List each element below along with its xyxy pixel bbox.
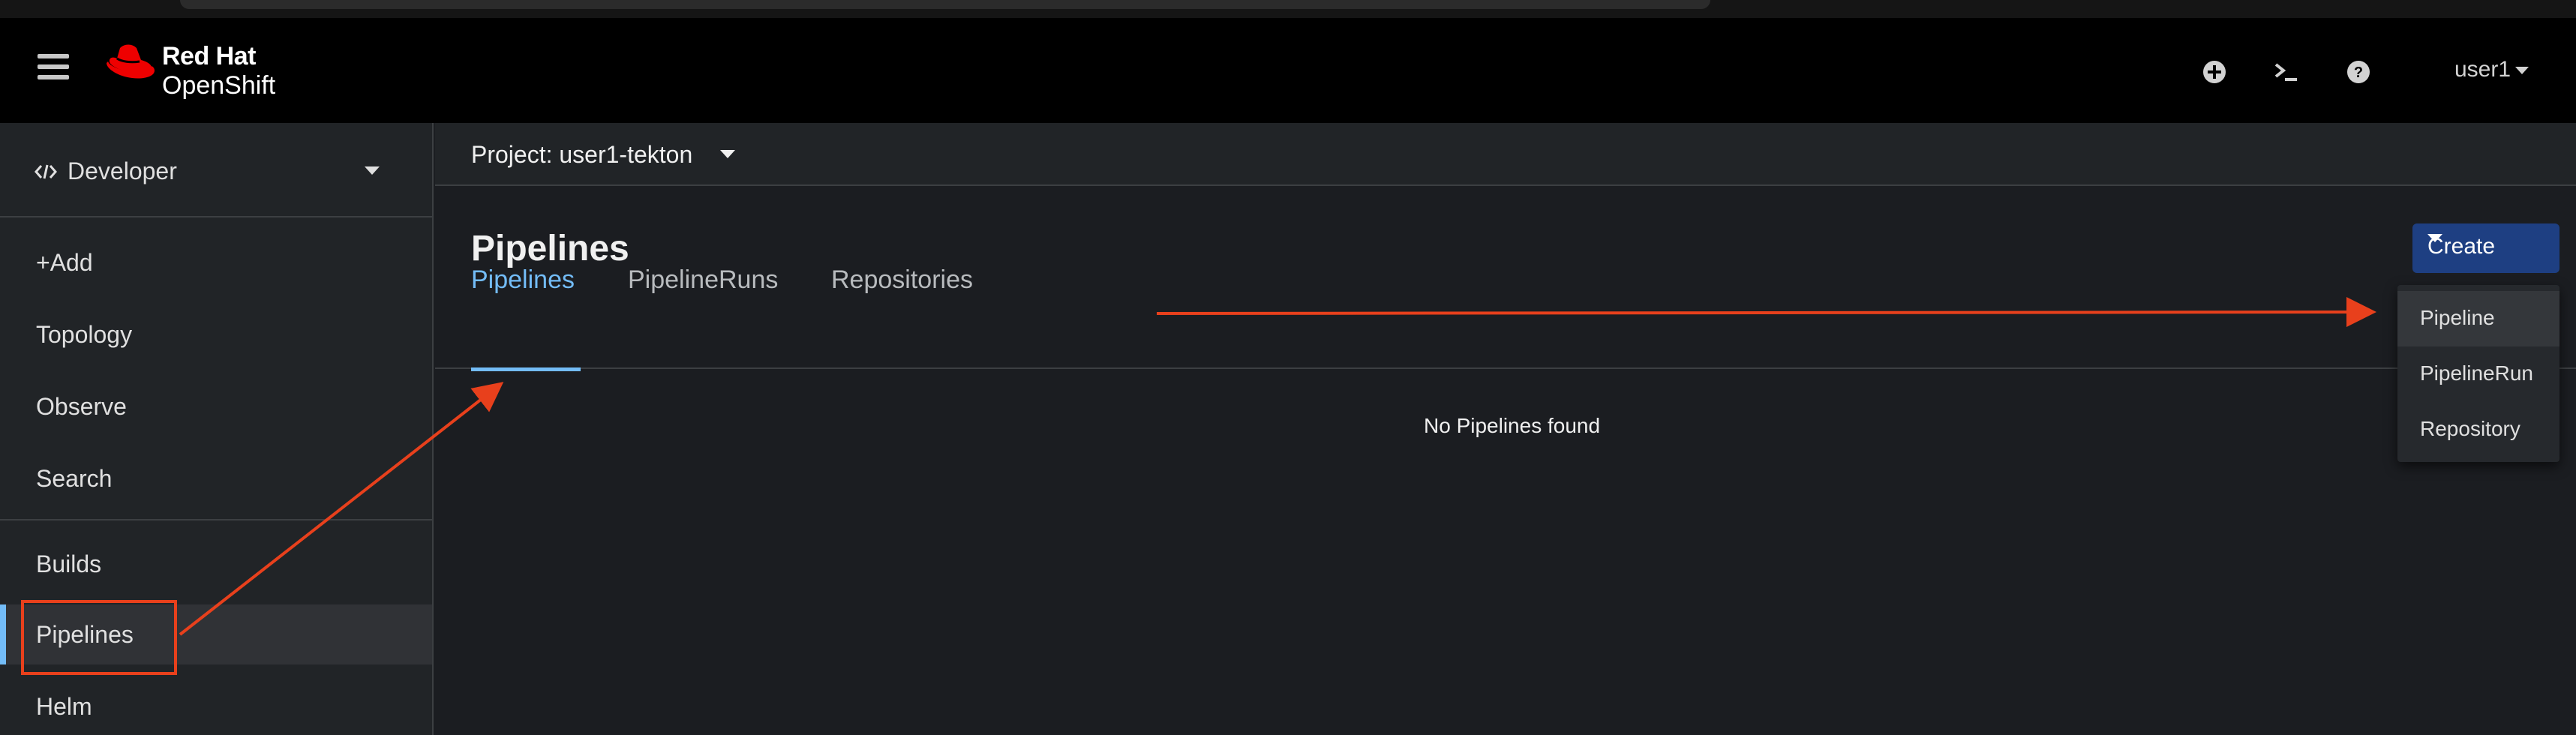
menu-item-label: Repository bbox=[2420, 417, 2520, 440]
menu-item-label: PipelineRun bbox=[2420, 362, 2533, 385]
sidebar-item-label: +Add bbox=[36, 249, 93, 276]
sidebar-item-label: Pipelines bbox=[36, 621, 134, 648]
sidebar-item-builds[interactable]: Builds bbox=[0, 534, 432, 594]
tab-pipelines[interactable]: Pipelines bbox=[471, 266, 575, 295]
menu-item-pipelinerun[interactable]: PipelineRun bbox=[2397, 346, 2559, 402]
user-menu[interactable]: user1 bbox=[2454, 57, 2529, 82]
code-icon bbox=[35, 164, 57, 179]
browser-top-strip bbox=[0, 0, 2576, 18]
sidebar-item-helm[interactable]: Helm bbox=[0, 676, 432, 735]
add-icon[interactable] bbox=[2199, 57, 2229, 87]
sidebar-item-label: Builds bbox=[36, 550, 102, 578]
caret-down-icon bbox=[2427, 234, 2442, 242]
sidebar-item-search[interactable]: Search bbox=[0, 448, 432, 508]
brand-name: Red Hat bbox=[162, 42, 256, 70]
brand-text: Red Hat OpenShift bbox=[162, 42, 275, 100]
menu-item-repository[interactable]: Repository bbox=[2397, 402, 2559, 458]
perspective-label: Developer bbox=[68, 158, 177, 184]
active-tab-indicator bbox=[471, 368, 581, 371]
sidebar-item-pipelines[interactable]: Pipelines bbox=[0, 604, 432, 664]
sidebar-item-label: Helm bbox=[36, 693, 92, 720]
perspective-switcher[interactable]: Developer bbox=[0, 123, 432, 218]
sidebar-divider bbox=[0, 519, 432, 520]
sidebar-item-topology[interactable]: Topology bbox=[0, 304, 432, 364]
red-hat-logo-icon bbox=[107, 44, 155, 79]
browser-address-bar bbox=[180, 0, 1710, 9]
tab-repositories[interactable]: Repositories bbox=[831, 266, 973, 295]
page-title: Pipelines bbox=[471, 229, 629, 268]
create-button[interactable]: Create bbox=[2412, 224, 2559, 273]
app-root: Red Hat OpenShift ? user1 Developer +Add… bbox=[0, 0, 2576, 735]
menu-item-label: Pipeline bbox=[2420, 306, 2495, 329]
create-dropdown-menu: Pipeline PipelineRun Repository bbox=[2397, 285, 2559, 462]
project-bar: Project: user1-tekton bbox=[435, 123, 2576, 186]
caret-down-icon[interactable] bbox=[720, 150, 735, 158]
help-icon[interactable]: ? bbox=[2343, 57, 2373, 87]
sidebar: Developer +Add Topology Observe Search B… bbox=[0, 123, 434, 735]
sidebar-item-observe[interactable]: Observe bbox=[0, 376, 432, 436]
tab-pipelineruns[interactable]: PipelineRuns bbox=[628, 266, 778, 295]
sidebar-item-label: Topology bbox=[36, 321, 133, 348]
product-name: OpenShift bbox=[162, 71, 276, 100]
tab-bar bbox=[435, 308, 2576, 369]
sidebar-item-label: Search bbox=[36, 465, 113, 492]
project-selector[interactable]: Project: user1-tekton bbox=[471, 141, 692, 169]
sidebar-item-add[interactable]: +Add bbox=[0, 232, 432, 292]
caret-down-icon bbox=[365, 166, 380, 175]
sidebar-item-label: Observe bbox=[36, 393, 127, 420]
empty-state-message: No Pipelines found bbox=[1424, 414, 1601, 437]
menu-item-pipeline[interactable]: Pipeline bbox=[2397, 291, 2559, 346]
terminal-icon[interactable] bbox=[2271, 57, 2301, 87]
caret-down-icon bbox=[2515, 67, 2529, 75]
masthead: Red Hat OpenShift ? user1 bbox=[0, 18, 2576, 123]
svg-text:?: ? bbox=[2354, 64, 2363, 81]
main-content: Project: user1-tekton Pipelines Pipeline… bbox=[435, 123, 2576, 735]
hamburger-menu-icon[interactable] bbox=[38, 54, 71, 84]
user-name: user1 bbox=[2454, 57, 2511, 82]
